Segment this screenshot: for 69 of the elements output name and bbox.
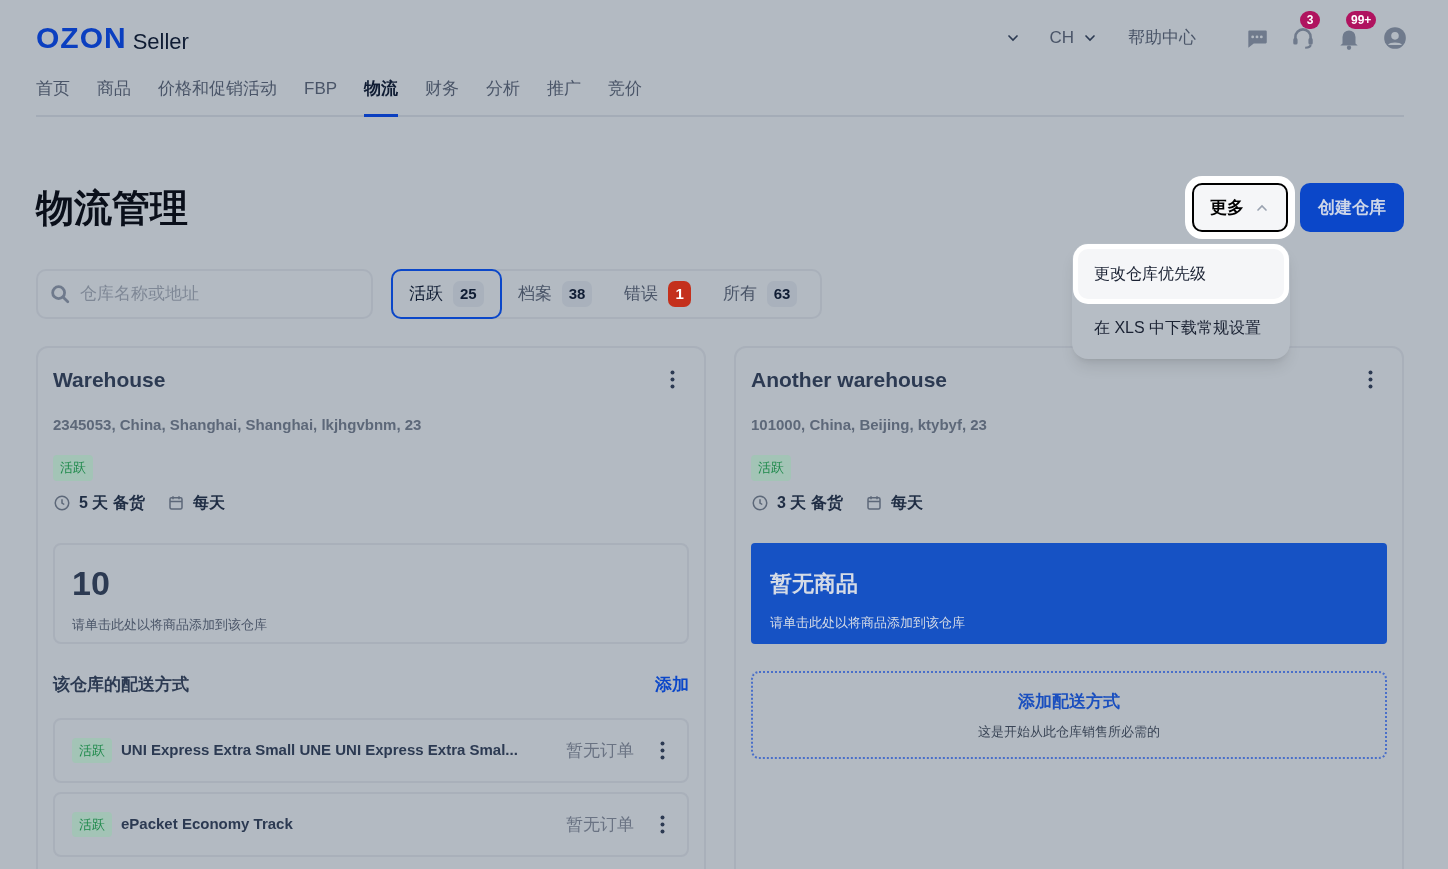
nav-tab[interactable]: 商品 <box>97 76 131 117</box>
delivery-method-row[interactable]: 活跃 ePacket Economy Track 暂无订单 <box>53 792 689 857</box>
menu-item[interactable]: 在 XLS 中下载常规设置 <box>1078 303 1284 353</box>
status-tag: 活跃 <box>751 455 791 481</box>
count-badge: 38 <box>561 281 593 307</box>
nav-tab[interactable]: 财务 <box>425 76 460 117</box>
nav-tab[interactable]: 价格和促销活动 <box>158 76 277 117</box>
more-options-button[interactable] <box>660 815 665 834</box>
nav-tab[interactable]: 分析 <box>486 76 521 117</box>
warehouse-address: 101000, China, Beijing, ktybyf, 23 <box>751 414 988 435</box>
create-warehouse-button[interactable]: 创建仓库 <box>1300 183 1404 232</box>
schedule: 每天 <box>890 492 923 513</box>
warehouse-address: 2345053, China, Shanghai, Shanghai, lkjhgvbnm, 23 <box>53 414 423 435</box>
orders-status: 暂无订单 <box>566 813 634 836</box>
stock-empty-title: 暂无商品 <box>770 573 859 596</box>
filter-tab[interactable]: 错误 1 <box>608 269 707 319</box>
stock-hint: 请单击此处以将商品添加到该仓库 <box>770 614 966 633</box>
clock-icon <box>53 493 71 512</box>
count-badge: 63 <box>766 281 798 307</box>
more-options-button[interactable] <box>660 741 665 760</box>
schedule: 每天 <box>192 492 225 513</box>
filter-tab[interactable]: 活跃 25 <box>391 269 502 319</box>
clock-icon <box>751 493 769 512</box>
more-options-button[interactable] <box>1368 370 1373 390</box>
product-name: Seller <box>132 31 189 53</box>
filter-tab[interactable]: 所有 63 <box>706 269 814 319</box>
search-icon <box>49 283 71 305</box>
support-button[interactable] <box>1290 25 1316 51</box>
notification-badge: 99+ <box>1346 11 1377 29</box>
count-badge: 1 <box>668 281 691 307</box>
kebab-icon <box>660 815 665 834</box>
prep-time: 5 天 备货 <box>79 492 145 514</box>
orders-status: 暂无订单 <box>566 739 634 762</box>
delivery-method-name: ePacket Economy Track <box>121 814 294 835</box>
filter-tab[interactable]: 档案 38 <box>501 269 609 319</box>
add-delivery-method-button[interactable]: 添加配送方式 这是开始从此仓库销售所必需的 <box>751 670 1387 759</box>
nav-tab[interactable]: 首页 <box>36 76 70 117</box>
status-tag: 活跃 <box>53 455 93 481</box>
stock-panel[interactable]: 10 请单击此处以将商品添加到该仓库 <box>53 542 689 644</box>
stock-hint: 请单击此处以将商品添加到该仓库 <box>72 615 268 634</box>
delivery-method-name: UNI Express Extra Small UNE UNI Express Extra Smal... <box>121 740 519 761</box>
warehouse-name: Another warehouse <box>751 367 948 393</box>
delivery-method-row[interactable]: 活跃 UNI Express Extra Small UNE UNI Express Extra Smal... 暂无订单 <box>53 718 689 783</box>
nav-tab[interactable]: FBP <box>304 76 338 117</box>
section-title: 该仓库的配送方式 <box>53 673 189 696</box>
nav-tab[interactable]: 推广 <box>547 76 582 117</box>
kebab-icon <box>660 741 665 760</box>
notification-badge: 3 <box>1300 11 1320 29</box>
kebab-icon <box>1368 370 1373 390</box>
nav-tab[interactable]: 竞价 <box>608 76 643 117</box>
stock-count: 10 <box>72 565 111 600</box>
calendar-icon <box>166 493 185 512</box>
help-center-link[interactable]: 帮助中心 <box>1128 25 1196 51</box>
status-tag: 活跃 <box>72 811 112 838</box>
more-options-button[interactable] <box>670 370 675 390</box>
stock-panel[interactable]: 暂无商品 请单击此处以将商品添加到该仓库 <box>751 542 1387 644</box>
add-link[interactable]: 添加 <box>655 671 689 697</box>
page-title: 物流管理 <box>36 188 189 227</box>
status-tag: 活跃 <box>72 737 112 764</box>
brand-logo[interactable]: OZON <box>36 23 127 53</box>
count-badge: 25 <box>453 281 484 307</box>
kebab-icon <box>670 370 675 390</box>
language-selector[interactable]: CH <box>1049 25 1098 51</box>
calendar-icon <box>864 493 883 512</box>
headset-icon <box>1290 25 1316 51</box>
prep-time: 3 天 备货 <box>777 492 843 514</box>
user-icon <box>1382 25 1408 51</box>
nav-tab[interactable]: 物流 <box>364 76 399 117</box>
warehouse-name: Warehouse <box>53 367 166 393</box>
